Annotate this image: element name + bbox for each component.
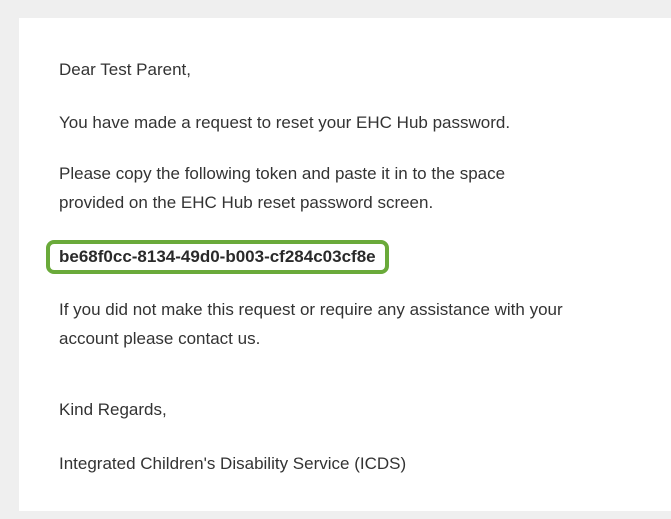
email-card: Dear Test Parent, You have made a reques… xyxy=(19,18,671,511)
email-signature: Integrated Children's Disability Service… xyxy=(59,454,407,473)
email-help: If you did not make this request or requ… xyxy=(59,295,649,353)
email-instruction: Please copy the following token and past… xyxy=(59,159,649,217)
email-greeting: Dear Test Parent, xyxy=(59,60,191,79)
email-help-line-2: account please contact us. xyxy=(59,329,261,348)
email-instruction-line-2: provided on the EHC Hub reset password s… xyxy=(59,193,434,212)
reset-token[interactable]: be68f0cc-8134-49d0-b003-cf284c03cf8e xyxy=(46,240,389,274)
email-intro: You have made a request to reset your EH… xyxy=(59,113,511,132)
email-instruction-line-1: Please copy the following token and past… xyxy=(59,164,506,183)
email-signoff: Kind Regards, xyxy=(59,400,167,419)
email-help-line-1: If you did not make this request or requ… xyxy=(59,300,563,319)
